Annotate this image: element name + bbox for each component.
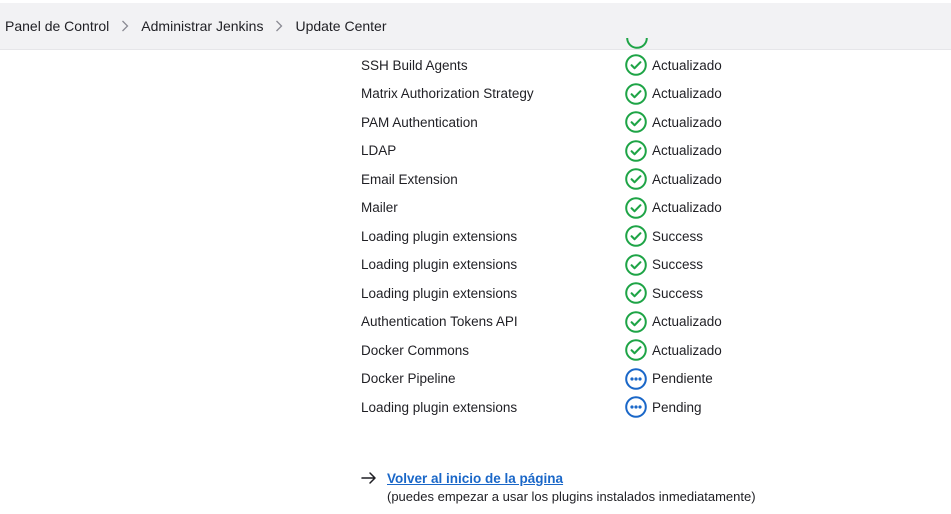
breadcrumb-item-panel-de-control[interactable]: Panel de Control (5, 18, 109, 34)
plugin-status: Actualizado (625, 310, 722, 333)
check-circle-icon (625, 339, 647, 362)
plugin-status: Success (625, 282, 704, 305)
check-circle-icon (626, 38, 648, 49)
check-circle-icon (625, 225, 647, 248)
back-to-top-note: (puedes empezar a usar los plugins insta… (387, 489, 756, 504)
plugin-status: Success (625, 225, 704, 248)
plugin-status-label: Actualizado (652, 200, 722, 216)
plugin-status: Actualizado (625, 139, 722, 162)
ellipsis-circle-icon (625, 396, 647, 419)
plugin-status: Pending (625, 396, 702, 419)
breadcrumb: Panel de Control Administrar Jenkins Upd… (0, 3, 951, 50)
check-circle-icon (625, 196, 647, 219)
chevron-right-icon (275, 20, 283, 32)
plugin-status-label: Actualizado (652, 171, 722, 187)
plugin-row: Loading plugin extensions Pending (361, 393, 722, 422)
check-circle-icon (625, 168, 647, 191)
plugin-row: Matrix Authorization Strategy Actualizado (361, 80, 722, 109)
plugin-status: Pendiente (625, 367, 713, 390)
plugin-status-label: Success (652, 228, 704, 244)
plugin-row: Email Extension Actualizado (361, 165, 722, 194)
plugin-row: Loading plugin extensions Success (361, 251, 722, 280)
plugin-status: Actualizado (625, 54, 722, 77)
plugin-status-label: Actualizado (652, 57, 722, 73)
plugin-status: Success (625, 253, 704, 276)
check-circle-icon (625, 253, 647, 276)
plugin-name: Docker Commons (361, 342, 470, 358)
plugin-status-label: Success (652, 257, 704, 273)
plugin-name: Loading plugin extensions (361, 228, 518, 244)
check-circle-icon (625, 111, 647, 134)
back-to-top-section: Volver al inicio de la página (puedes em… (361, 467, 756, 504)
plugin-status-label: Pendiente (652, 371, 713, 387)
plugin-row: Loading plugin extensions Success (361, 279, 722, 308)
plugin-row: PAM Authentication Actualizado (361, 108, 722, 137)
arrow-right-icon (361, 470, 377, 486)
breadcrumb-item-administrar-jenkins[interactable]: Administrar Jenkins (141, 18, 263, 34)
plugin-status: Actualizado (625, 168, 722, 191)
plugin-name: LDAP (361, 143, 397, 159)
plugin-install-list: SSH Build Agents Actualizado Matrix Author… (361, 51, 722, 422)
plugin-row: SSH Build Agents Actualizado (361, 51, 722, 80)
plugin-row: Docker Pipeline Pendiente (361, 365, 722, 394)
plugin-status-label: Actualizado (652, 114, 722, 130)
check-circle-icon (625, 82, 647, 105)
plugin-status: Actualizado (625, 196, 722, 219)
plugin-name: PAM Authentication (361, 114, 478, 130)
plugin-status-label: Actualizado (652, 314, 722, 330)
plugin-name: Mailer (361, 200, 398, 216)
plugin-status: Actualizado (625, 82, 722, 105)
chevron-right-icon (121, 20, 129, 32)
plugin-status-label: Success (652, 285, 704, 301)
plugin-name: Authentication Tokens API (361, 314, 518, 330)
plugin-status: Actualizado (625, 111, 722, 134)
plugin-row: Mailer Actualizado (361, 194, 722, 223)
plugin-name: SSH Build Agents (361, 57, 468, 73)
breadcrumb-item-update-center[interactable]: Update Center (295, 18, 386, 34)
plugin-name: Matrix Authorization Strategy (361, 86, 534, 102)
plugin-status-label: Actualizado (652, 143, 722, 159)
plugin-status-label: Pending (652, 399, 702, 415)
check-circle-icon (625, 310, 647, 333)
plugin-status-label: Actualizado (652, 86, 722, 102)
plugin-name: Loading plugin extensions (361, 399, 518, 415)
plugin-status-label: Actualizado (652, 342, 722, 358)
plugin-name: Loading plugin extensions (361, 285, 518, 301)
plugin-row: Loading plugin extensions Success (361, 222, 722, 251)
check-circle-icon (625, 139, 647, 162)
plugin-row: Authentication Tokens API Actualizado (361, 308, 722, 337)
plugin-name: Docker Pipeline (361, 371, 456, 387)
check-circle-icon (625, 54, 647, 77)
plugin-row: Docker Commons Actualizado (361, 336, 722, 365)
update-center-page: Panel de Control Administrar Jenkins Upd… (0, 0, 951, 514)
check-circle-icon (625, 282, 647, 305)
plugin-row: LDAP Actualizado (361, 137, 722, 166)
back-to-top-link[interactable]: Volver al inicio de la página (387, 471, 563, 486)
plugin-name: Loading plugin extensions (361, 257, 518, 273)
ellipsis-circle-icon (625, 367, 647, 390)
plugin-status: Actualizado (625, 339, 722, 362)
plugin-name: Email Extension (361, 171, 458, 187)
